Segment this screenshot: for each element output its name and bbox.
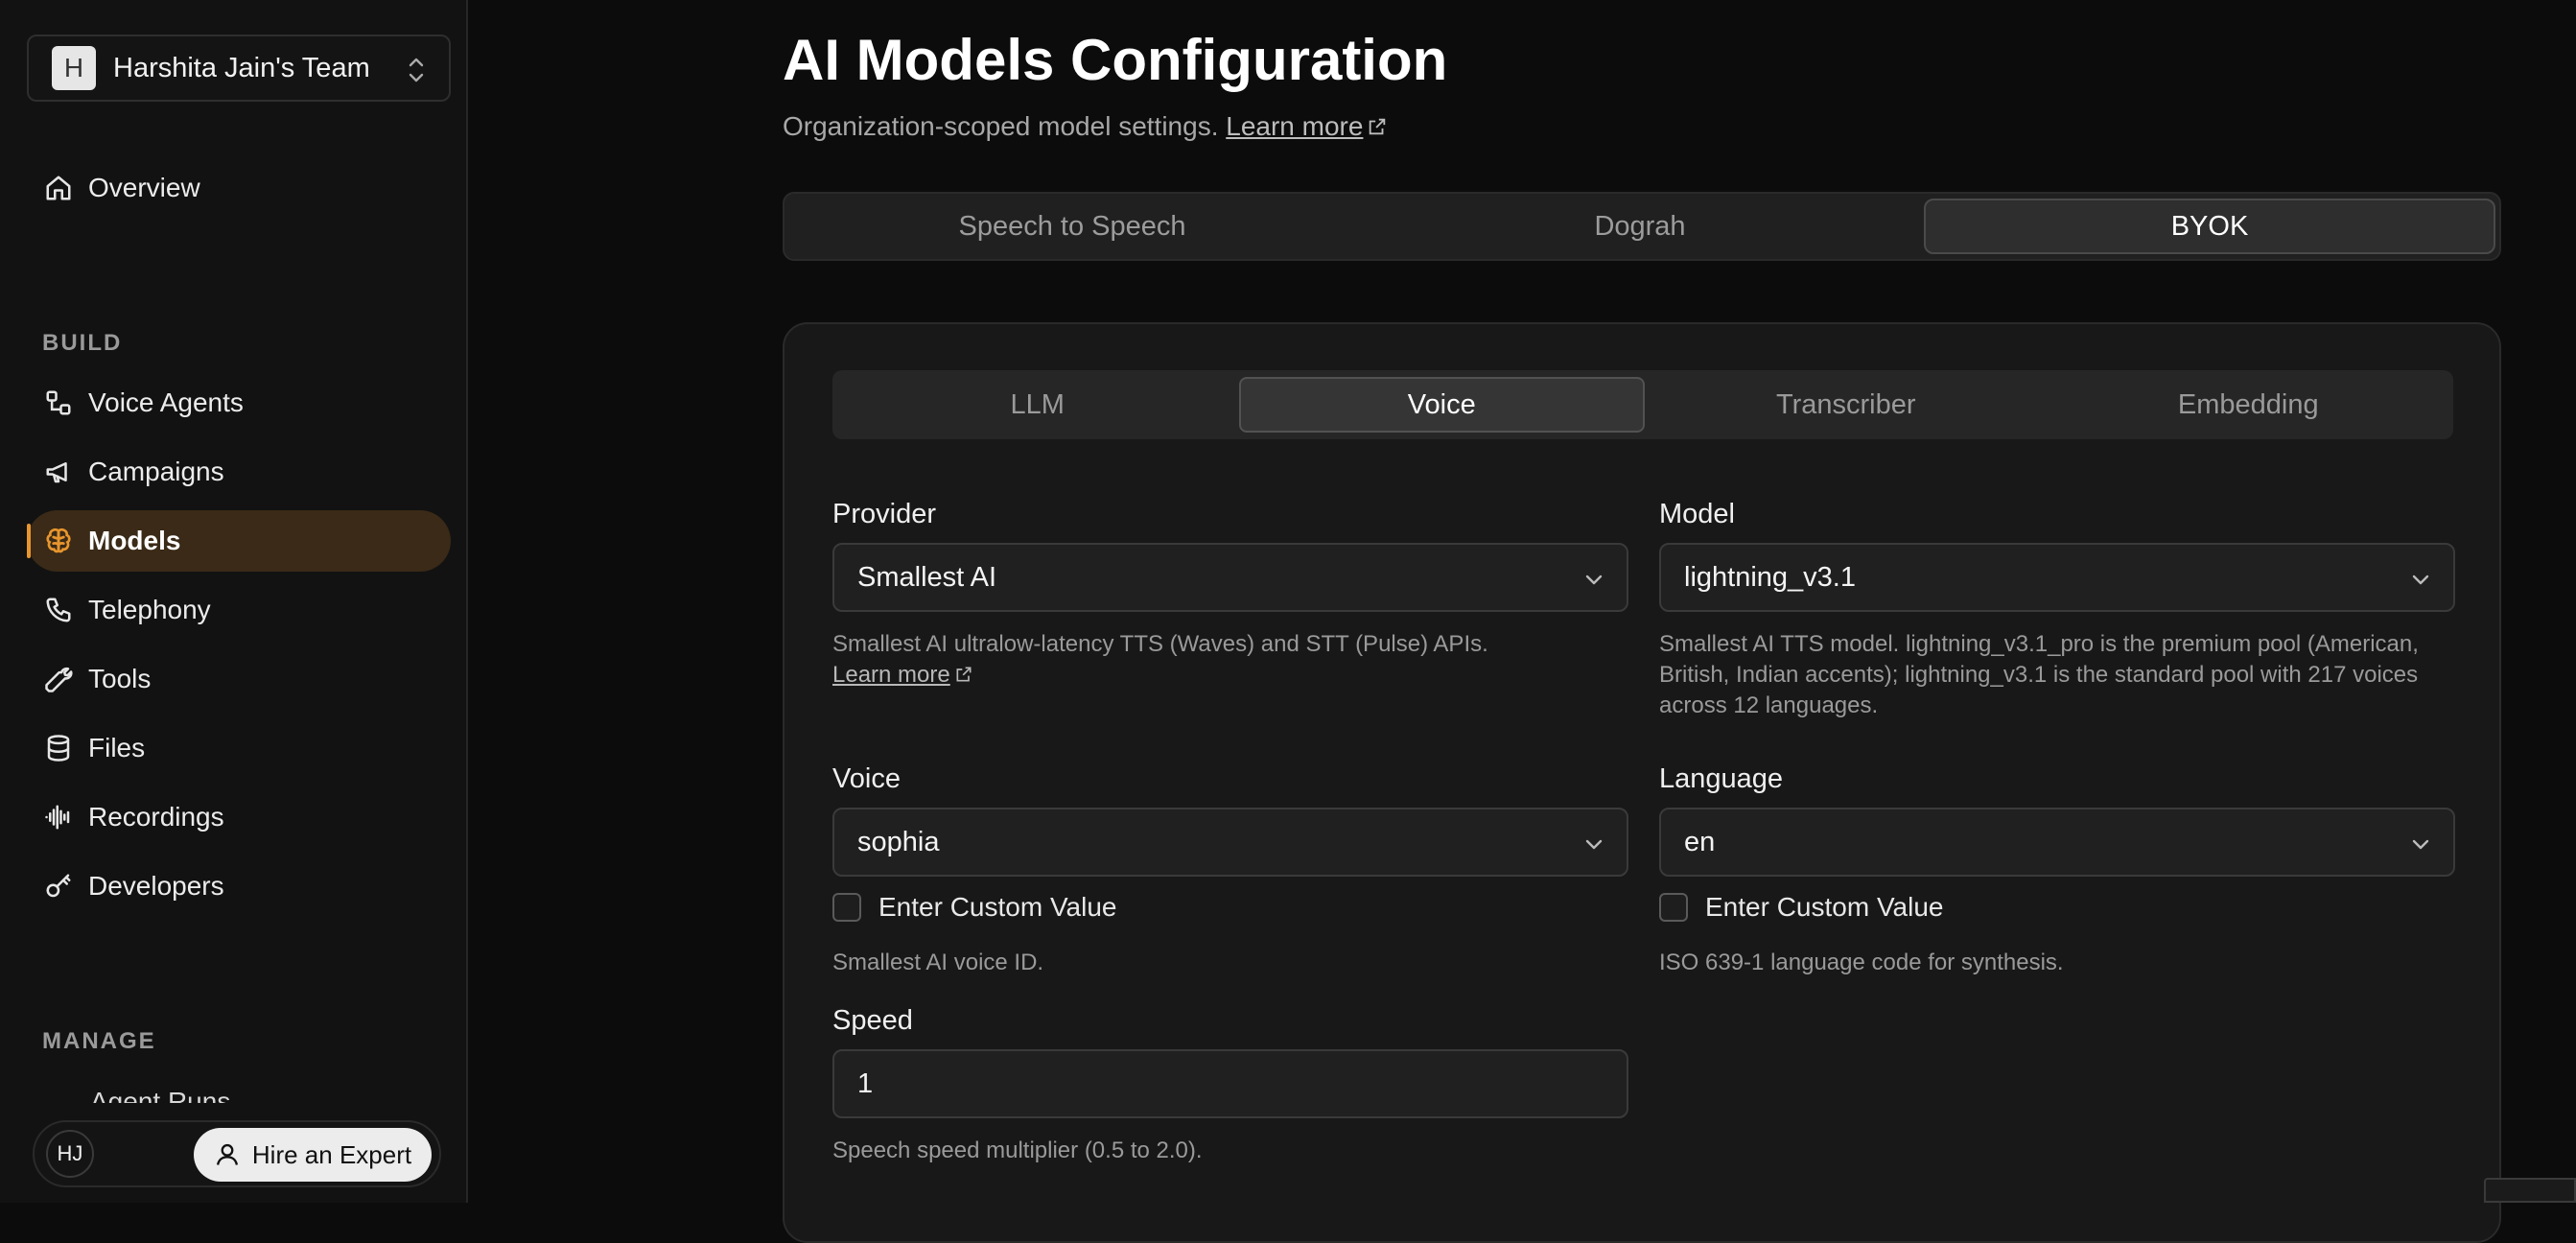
model-type-tabs: Speech to Speech Dograh BYOK [783, 192, 2501, 261]
model-select[interactable]: lightning_v3.1 [1659, 543, 2455, 612]
provider-learn-more-link[interactable]: Learn more [832, 662, 973, 688]
sidebar-item-label: Models [88, 526, 181, 555]
voice-agents-icon [42, 387, 75, 419]
database-icon [42, 732, 75, 764]
tab-voice[interactable]: Voice [1238, 377, 1645, 433]
tab-dograh[interactable]: Dograh [1356, 199, 1924, 254]
external-link-icon [1370, 118, 1386, 135]
language-value: en [1684, 826, 1716, 857]
sidebar-item-label: Overview [88, 173, 200, 202]
sidebar-item-agent-runs[interactable]: Agent Runs [42, 1082, 426, 1103]
sidebar-item-campaigns[interactable]: Campaigns [27, 441, 451, 503]
sidebar-item-overview[interactable]: Overview [27, 157, 451, 219]
megaphone-icon [42, 456, 75, 488]
sidebar-item-tools[interactable]: Tools [27, 648, 451, 710]
voice-custom-label: Enter Custom Value [878, 892, 1117, 922]
window-thumbnail[interactable] [2484, 1178, 2576, 1203]
sidebar-item-developers[interactable]: Developers [27, 856, 451, 917]
chevron-down-icon [2412, 575, 2429, 585]
voice-custom-value-toggle[interactable]: Enter Custom Value [832, 892, 1117, 923]
sidebar-item-models[interactable]: Models [27, 510, 451, 572]
chevron-up-down-icon [409, 58, 424, 82]
page-title: AI Models Configuration [783, 28, 1448, 92]
sidebar-item-label: Files [88, 733, 146, 762]
provider-value: Smallest AI [857, 561, 997, 593]
speed-label: Speed [832, 1005, 913, 1036]
learn-more-link[interactable]: Learn more [1226, 111, 1388, 141]
phone-icon [42, 594, 75, 626]
sidebar: H Harshita Jain's Team Overview BUILD Vo… [0, 0, 468, 1203]
voice-select[interactable]: sophia [832, 808, 1628, 877]
page-subtitle: Organization-scoped model settings. Lear… [783, 111, 1388, 142]
provider-help-text: Smallest AI ultralow-latency TTS (Waves)… [832, 631, 1488, 657]
hire-expert-button[interactable]: Hire an Expert [194, 1128, 432, 1182]
language-help: ISO 639-1 language code for synthesis. [1659, 950, 2064, 975]
brain-icon [42, 525, 75, 557]
language-label: Language [1659, 763, 1784, 794]
model-help: Smallest AI TTS model. lightning_v3.1_pr… [1659, 631, 2419, 718]
home-icon [42, 172, 75, 204]
tab-byok[interactable]: BYOK [1924, 199, 2495, 254]
external-link-icon [956, 667, 972, 682]
wrench-icon [42, 663, 75, 695]
service-tabs: LLM Voice Transcriber Embedding [832, 370, 2453, 439]
voice-help: Smallest AI voice ID. [832, 950, 1044, 975]
team-avatar: H [52, 46, 96, 90]
model-value: lightning_v3.1 [1684, 561, 1856, 593]
language-select[interactable]: en [1659, 808, 2455, 877]
subtitle-text: Organization-scoped model settings. [783, 111, 1219, 141]
section-label-manage: MANAGE [42, 1028, 156, 1054]
speed-input[interactable] [832, 1049, 1628, 1118]
provider-label: Provider [832, 499, 936, 529]
sidebar-item-telephony[interactable]: Telephony [27, 579, 451, 641]
config-panel: LLM Voice Transcriber Embedding Provider… [783, 322, 2501, 1243]
chevron-down-icon [1585, 839, 1603, 850]
key-icon [42, 870, 75, 903]
voice-value: sophia [857, 826, 940, 857]
sidebar-item-voice-agents[interactable]: Voice Agents [27, 372, 451, 434]
sidebar-item-recordings[interactable]: Recordings [27, 786, 451, 848]
learn-more-text: Learn more [832, 662, 950, 688]
tab-speech-to-speech[interactable]: Speech to Speech [788, 199, 1356, 254]
language-custom-checkbox[interactable] [1659, 893, 1688, 922]
team-switcher[interactable]: H Harshita Jain's Team [27, 35, 451, 102]
voice-custom-checkbox[interactable] [832, 893, 861, 922]
team-name: Harshita Jain's Team [113, 52, 370, 83]
tab-llm[interactable]: LLM [836, 377, 1239, 433]
tab-transcriber[interactable]: Transcriber [1645, 377, 2048, 433]
sidebar-item-label: Campaigns [88, 457, 224, 486]
sidebar-footer: HJ Hire an Expert [33, 1120, 441, 1187]
user-icon [216, 1143, 238, 1165]
tab-embedding[interactable]: Embedding [2048, 377, 2450, 433]
sidebar-item-label: Developers [88, 871, 224, 901]
avatar[interactable]: HJ [46, 1130, 94, 1178]
learn-more-text: Learn more [1226, 111, 1364, 141]
sidebar-item-label: Tools [88, 664, 152, 693]
sidebar-item-label: Agent Runs [90, 1087, 231, 1103]
provider-help: Smallest AI ultralow-latency TTS (Waves)… [832, 629, 1628, 691]
chevron-down-icon [2412, 839, 2429, 850]
section-label-build: BUILD [42, 330, 123, 356]
audio-waveform-icon [42, 801, 75, 833]
speed-help: Speech speed multiplier (0.5 to 2.0). [832, 1137, 1203, 1163]
language-custom-value-toggle[interactable]: Enter Custom Value [1659, 892, 1944, 923]
hire-expert-label: Hire an Expert [251, 1139, 412, 1169]
language-custom-label: Enter Custom Value [1705, 892, 1944, 922]
model-label: Model [1659, 499, 1735, 529]
sidebar-item-label: Recordings [88, 802, 224, 832]
sidebar-item-label: Voice Agents [88, 387, 244, 417]
sidebar-item-label: Telephony [88, 595, 211, 624]
voice-label: Voice [832, 763, 901, 794]
sidebar-item-files[interactable]: Files [27, 717, 451, 779]
provider-select[interactable]: Smallest AI [832, 543, 1628, 612]
chevron-down-icon [1585, 575, 1603, 585]
